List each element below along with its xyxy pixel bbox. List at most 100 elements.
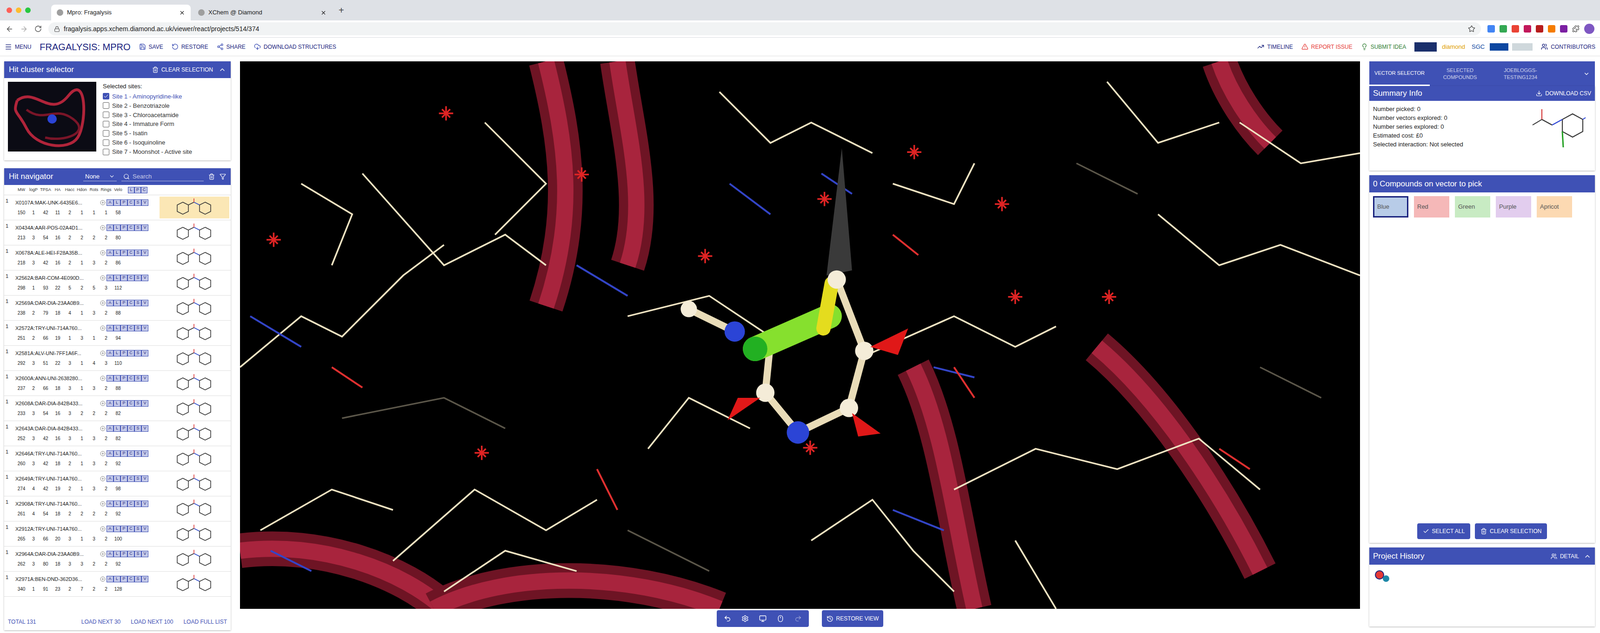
molecule-3d-scene[interactable]	[240, 61, 1360, 610]
view-toggle-button[interactable]: V	[141, 300, 149, 307]
view-toggle-button[interactable]: A	[106, 400, 114, 407]
column-header[interactable]: Rings	[100, 186, 113, 194]
view-toggle-button[interactable]: P	[120, 475, 128, 483]
view-toggle-button[interactable]: C	[127, 576, 135, 583]
extension-icon[interactable]	[1511, 25, 1520, 33]
hit-row[interactable]: 1X2572A:TRY-UNI-714A760...ALPCSV25126619…	[4, 320, 231, 347]
view-toggle-button[interactable]: P	[120, 375, 128, 382]
hit-thumbnail[interactable]	[159, 422, 230, 445]
column-header[interactable]: TPSA	[39, 186, 52, 194]
view-toggle-button[interactable]: L	[113, 400, 121, 407]
hit-row[interactable]: 1X0434A:AAR-POS-02A4D1...ALPCSV213354162…	[4, 220, 231, 246]
view-toggle-button[interactable]: S	[134, 450, 142, 458]
minimize-dot-icon[interactable]	[15, 7, 22, 14]
view-toggle-button[interactable]: V	[141, 199, 149, 207]
view-toggle-button[interactable]: S	[134, 576, 142, 583]
column-header[interactable]: Velo	[112, 186, 125, 194]
view-toggle-button[interactable]: C	[127, 249, 135, 257]
add-icon[interactable]	[100, 325, 106, 332]
extension-icon[interactable]	[1487, 25, 1495, 33]
back-icon[interactable]	[5, 25, 14, 34]
viewer-tool-button[interactable]	[790, 612, 807, 627]
hit-row[interactable]: 1X2964A:DAR-DIA-23AA0B9...ALPCSV26238018…	[4, 546, 231, 573]
view-toggle-button[interactable]: P	[120, 325, 128, 332]
view-toggle-button[interactable]: A	[106, 350, 114, 357]
restore-view-button[interactable]: RESTORE VIEW	[821, 610, 884, 628]
view-toggle-button[interactable]: A	[106, 274, 114, 282]
view-toggle-button[interactable]: P	[120, 425, 128, 433]
hit-thumbnail[interactable]	[159, 322, 230, 345]
collapse-icon[interactable]	[218, 66, 227, 74]
view-toggle-button[interactable]: L	[113, 274, 121, 282]
view-toggle-button[interactable]: S	[134, 526, 142, 533]
hit-thumbnail[interactable]	[159, 397, 230, 420]
view-toggle-button[interactable]: L	[113, 325, 121, 332]
hit-thumbnail[interactable]	[159, 548, 230, 571]
hit-thumbnail[interactable]	[159, 272, 230, 294]
view-toggle-button[interactable]: A	[106, 425, 114, 433]
view-toggle-button[interactable]: A	[106, 199, 114, 207]
view-toggle-button[interactable]: P	[120, 500, 128, 508]
extension-icon[interactable]	[1560, 25, 1568, 33]
view-toggle-button[interactable]: A	[106, 375, 114, 382]
hit-row[interactable]: 1X2608A:DAR-DIA-842B433...ALPCSV23335416…	[4, 396, 231, 422]
view-toggle-button[interactable]: S	[134, 475, 142, 483]
view-toggle-button[interactable]: S	[134, 551, 142, 558]
view-toggle-button[interactable]: L	[113, 375, 121, 382]
hit-thumbnail[interactable]	[159, 347, 230, 370]
view-toggle-button[interactable]: A	[106, 325, 114, 332]
column-toggle[interactable]: L	[127, 186, 135, 194]
hit-row[interactable]: 1X2569A:DAR-DIA-23AA0B9...ALPCSV23827918…	[4, 295, 231, 321]
hit-row[interactable]: 1X2646A:TRY-UNI-714A760...ALPCSV26034218…	[4, 446, 231, 472]
view-toggle-button[interactable]: A	[106, 450, 114, 458]
load-more-button[interactable]: LOAD NEXT 30	[81, 618, 121, 627]
view-toggle-button[interactable]: A	[106, 500, 114, 508]
filter-icon[interactable]	[219, 173, 227, 180]
add-icon[interactable]	[100, 200, 106, 206]
view-toggle-button[interactable]: A	[106, 224, 114, 232]
add-icon[interactable]	[100, 350, 106, 357]
new-tab-button[interactable]: +	[333, 3, 349, 18]
view-toggle-button[interactable]: P	[120, 199, 128, 207]
browser-tab[interactable]: Mpro: Fragalysis	[51, 4, 191, 21]
right-tab[interactable]: JOEBLOGGS-TESTING1234	[1490, 61, 1551, 87]
color-chip[interactable]: Green	[1454, 196, 1491, 218]
hit-thumbnail[interactable]	[159, 196, 230, 219]
view-toggle-button[interactable]: P	[120, 224, 128, 232]
view-toggle-button[interactable]: V	[141, 425, 149, 433]
address-bar[interactable]: fragalysis.apps.xchem.diamond.ac.uk/view…	[48, 22, 1481, 36]
view-toggle-button[interactable]: S	[134, 325, 142, 332]
view-toggle-button[interactable]: V	[141, 475, 149, 483]
view-toggle-button[interactable]: L	[113, 199, 121, 207]
view-toggle-button[interactable]: P	[120, 400, 128, 407]
extension-icon[interactable]	[1523, 25, 1532, 33]
site-checkbox-row[interactable]: Site 1 - Aminopyridine-like	[102, 92, 227, 102]
bookmark-star-icon[interactable]	[1467, 25, 1476, 33]
compound-action-button[interactable]: CLEAR SELECTION	[1474, 523, 1547, 540]
add-icon[interactable]	[100, 225, 106, 231]
view-toggle-button[interactable]: S	[134, 350, 142, 357]
hit-row[interactable]: 1X0678A:ALE-HEI-F28A35B...ALPCSV21834216…	[4, 245, 231, 271]
color-chip[interactable]: Red	[1413, 196, 1450, 218]
detail-button[interactable]: DETAIL	[1550, 552, 1580, 561]
site-checkbox-row[interactable]: Site 7 - Moonshot - Active site	[102, 147, 227, 157]
hit-row[interactable]: 1X2643A:DAR-DIA-842B433...ALPCSV25234216…	[4, 421, 231, 447]
right-tab[interactable]: VECTOR SELECTOR	[1369, 61, 1430, 87]
view-toggle-button[interactable]: P	[120, 350, 128, 357]
view-toggle-button[interactable]: C	[127, 350, 135, 357]
view-toggle-button[interactable]: V	[141, 576, 149, 583]
view-toggle-button[interactable]: L	[113, 500, 121, 508]
add-icon[interactable]	[100, 526, 106, 533]
compound-action-button[interactable]: SELECT ALL	[1417, 523, 1471, 540]
view-toggle-button[interactable]: S	[134, 400, 142, 407]
add-icon[interactable]	[100, 576, 106, 583]
hit-row[interactable]: 1X2562A:BAR-COM-4E090D...ALPCSV298193225…	[4, 270, 231, 296]
hit-thumbnail[interactable]	[159, 372, 230, 395]
hit-row[interactable]: 1X2600A:ANN-UNI-2638280...ALPCSV23726618…	[4, 371, 231, 397]
reload-icon[interactable]	[34, 25, 42, 33]
view-toggle-button[interactable]: L	[113, 526, 121, 533]
add-icon[interactable]	[100, 551, 106, 558]
extensions-icon[interactable]	[1572, 25, 1580, 33]
view-toggle-button[interactable]: L	[113, 249, 121, 257]
history-graph-icon[interactable]	[1373, 569, 1393, 584]
